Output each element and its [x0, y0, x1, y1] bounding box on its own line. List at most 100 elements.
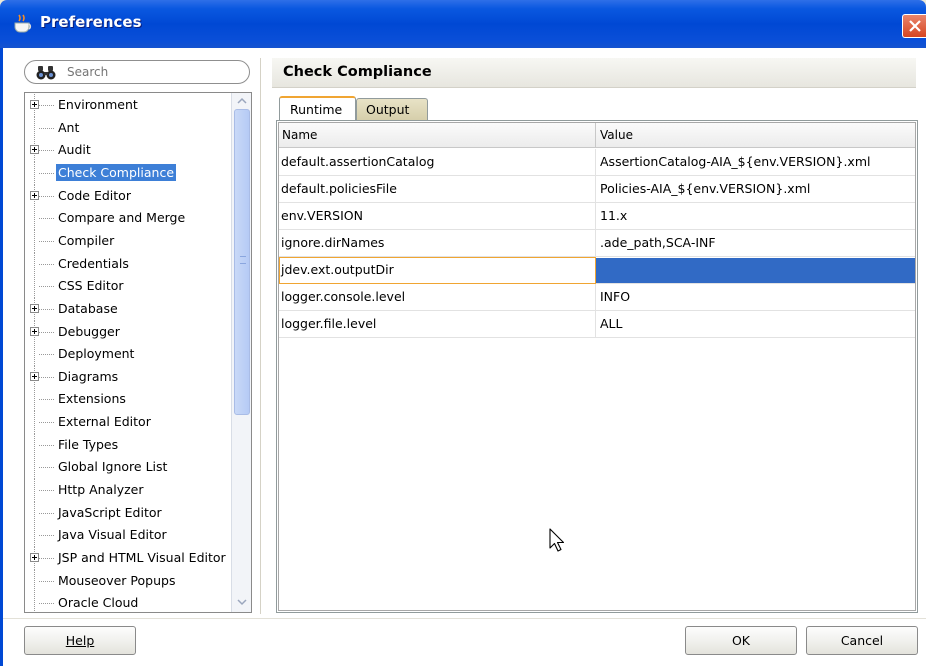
tree-item[interactable]: External Editor	[25, 411, 230, 435]
tree-item[interactable]: Http Analyzer	[25, 479, 230, 503]
tree-item[interactable]: Diagrams	[25, 365, 230, 389]
expand-icon[interactable]	[30, 553, 39, 562]
tree-item[interactable]: Global Ignore List	[25, 456, 230, 480]
property-name-cell[interactable]: default.assertionCatalog	[281, 154, 434, 169]
cancel-button[interactable]: Cancel	[806, 626, 918, 655]
tree-item-label: Java Visual Editor	[58, 527, 167, 543]
tree-scrollbar[interactable]	[231, 93, 251, 612]
tree-item-label: Code Editor	[58, 187, 131, 203]
tree-guide-line	[34, 161, 35, 185]
close-button[interactable]	[902, 14, 926, 38]
tree-item[interactable]: Compiler	[25, 229, 230, 253]
column-separator	[595, 230, 596, 257]
property-value-cell[interactable]: 11.x	[600, 208, 627, 223]
property-name-cell[interactable]: logger.console.level	[281, 289, 405, 304]
mouse-pointer-icon	[549, 528, 565, 552]
tree-guide-line	[34, 433, 35, 457]
property-value-cell[interactable]: AssertionCatalog-AIA_${env.VERSION}.xml	[600, 154, 870, 169]
tree-guide-line	[34, 207, 35, 231]
column-separator	[595, 203, 596, 230]
tree-guide-line	[34, 501, 35, 525]
table-row[interactable]: jdev.ext.outputDir	[279, 257, 915, 284]
tab-output[interactable]: Output	[356, 98, 428, 120]
expand-icon[interactable]	[30, 100, 39, 109]
tree-guide-line	[34, 252, 35, 276]
tree-connector	[39, 422, 54, 424]
tree-item[interactable]: Extensions	[25, 388, 230, 412]
footer-divider	[3, 618, 926, 619]
tree-guide-line	[34, 456, 35, 480]
tree-item[interactable]: Ant	[25, 116, 230, 140]
property-value-cell[interactable]: ALL	[600, 316, 622, 331]
tree-item[interactable]: CSS Editor	[25, 275, 230, 299]
tree-item[interactable]: Database	[25, 297, 230, 321]
ok-button[interactable]: OK	[685, 626, 797, 655]
tree-item[interactable]: Deployment	[25, 343, 230, 367]
tree-item[interactable]: Credentials	[25, 252, 230, 276]
tree-connector	[39, 603, 54, 605]
tree-item[interactable]: Debugger	[25, 320, 230, 344]
panel-divider[interactable]	[260, 58, 261, 614]
table-row[interactable]: logger.file.level ALL	[279, 311, 915, 338]
scroll-thumb[interactable]	[234, 109, 250, 415]
tree-item-label: Database	[58, 300, 118, 316]
property-name-cell[interactable]: env.VERSION	[281, 208, 363, 223]
expand-icon[interactable]	[30, 371, 39, 381]
expand-icon[interactable]	[30, 145, 39, 155]
tree-item-label: Deployment	[58, 346, 135, 362]
search-input[interactable]	[67, 64, 237, 80]
title-bar: Preferences	[0, 0, 926, 48]
tree-item[interactable]: Audit	[25, 139, 230, 163]
tab-runtime[interactable]: Runtime	[279, 96, 356, 120]
expand-icon[interactable]	[30, 190, 39, 200]
tree-connector	[39, 172, 54, 174]
tree-item[interactable]: Compare and Merge	[25, 207, 230, 231]
property-value-cell[interactable]: Policies-AIA_${env.VERSION}.xml	[600, 181, 810, 196]
scroll-up-arrow-icon[interactable]	[234, 95, 250, 107]
table-row[interactable]: default.policiesFile Policies-AIA_${env.V…	[279, 176, 915, 203]
column-header-name[interactable]: Name	[282, 128, 317, 142]
tree-item[interactable]: Java Visual Editor	[25, 524, 230, 548]
expand-icon[interactable]	[30, 303, 39, 313]
column-resize-handle[interactable]	[595, 123, 596, 148]
search-box[interactable]	[24, 60, 250, 84]
tree-item[interactable]: File Types	[25, 433, 230, 457]
property-name-cell[interactable]: logger.file.level	[281, 316, 376, 331]
expand-icon[interactable]	[30, 326, 39, 336]
tree-connector	[39, 376, 54, 378]
tree-item[interactable]: Mouseover Popups	[25, 569, 230, 593]
tree-connector	[39, 512, 54, 514]
tree-item-label: Mouseover Popups	[58, 572, 176, 588]
property-value-cell[interactable]: .ade_path,SCA-INF	[600, 235, 716, 250]
tree-item[interactable]: Code Editor	[25, 184, 230, 208]
tree-item-label: Oracle Cloud	[58, 595, 139, 611]
column-separator	[595, 284, 596, 311]
preferences-tree[interactable]: Environment Ant Audit Check Compliance Code …	[24, 92, 252, 613]
scroll-down-arrow-icon[interactable]	[234, 596, 250, 608]
tree-item[interactable]: JavaScript Editor	[25, 501, 230, 525]
tree-guide-line	[34, 388, 35, 412]
property-name-cell[interactable]: jdev.ext.outputDir	[281, 262, 394, 277]
tree-connector	[39, 467, 54, 469]
value-cell-editor[interactable]	[596, 258, 915, 283]
panel-title: Check Compliance	[283, 64, 432, 80]
table-row[interactable]: env.VERSION 11.x	[279, 203, 915, 230]
tab-output-label: Output	[366, 102, 410, 117]
tree-connector	[39, 240, 54, 242]
table-row[interactable]: logger.console.level INFO	[279, 284, 915, 311]
column-header-value[interactable]: Value	[600, 128, 633, 142]
tree-item[interactable]: JSP and HTML Visual Editor	[25, 547, 230, 570]
property-value-cell[interactable]: INFO	[600, 289, 630, 304]
tree-connector	[39, 535, 54, 537]
tree-item[interactable]: Check Compliance	[25, 161, 230, 185]
column-separator	[595, 149, 596, 176]
tree-connector	[39, 105, 54, 106]
tree-item[interactable]: Environment	[25, 94, 230, 117]
property-name-cell[interactable]: default.policiesFile	[281, 181, 397, 196]
binoculars-icon	[36, 66, 56, 80]
tree-item[interactable]: Oracle Cloud	[25, 592, 230, 612]
property-name-cell[interactable]: ignore.dirNames	[281, 235, 384, 250]
help-button[interactable]: Help	[24, 626, 136, 655]
table-row[interactable]: default.assertionCatalog AssertionCatalog…	[279, 149, 915, 176]
table-row[interactable]: ignore.dirNames .ade_path,SCA-INF	[279, 230, 915, 257]
